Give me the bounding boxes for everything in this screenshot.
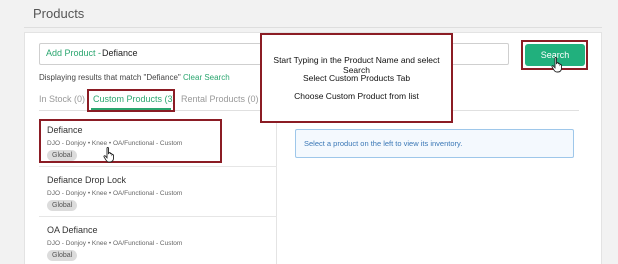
results-summary: Displaying results that match "Defiance"…	[39, 73, 230, 82]
title-divider	[24, 27, 602, 28]
first-item-highlight	[39, 119, 222, 163]
hand-pointer-icon	[551, 57, 562, 73]
callout-step-2: Select Custom Products Tab	[302, 73, 411, 83]
instruction-callout: Start Typing in the Product Name and sel…	[260, 33, 453, 123]
product-description: DJO - Donjoy • Knee • OA/Functional - Cu…	[47, 240, 183, 247]
search-input[interactable]: Defiance	[102, 48, 138, 58]
callout-step-3: Choose Custom Product from list	[294, 91, 419, 101]
product-name: OA Defiance	[47, 225, 98, 235]
custom-tab-highlight	[87, 89, 175, 112]
list-item[interactable]: Defiance Drop Lock DJO - Donjoy • Knee •…	[39, 167, 277, 217]
inventory-info-box: Select a product on the left to view its…	[295, 129, 574, 158]
product-description: DJO - Donjoy • Knee • OA/Functional - Cu…	[47, 190, 183, 197]
page-title: Products	[33, 6, 85, 21]
add-product-label: Add Product -	[46, 48, 102, 58]
product-name: Defiance Drop Lock	[47, 175, 127, 185]
global-badge: Global	[47, 200, 78, 211]
info-message: Select a product on the left to view its…	[304, 139, 463, 148]
list-item[interactable]: OA Defiance DJO - Donjoy • Knee • OA/Fun…	[39, 217, 277, 264]
tab-rental-products[interactable]: Rental Products (0)	[181, 94, 259, 104]
tab-in-stock[interactable]: In Stock (0)	[39, 94, 85, 104]
hand-pointer-icon	[103, 147, 114, 163]
results-text: Displaying results that match "Defiance"	[39, 73, 181, 82]
clear-search-link[interactable]: Clear Search	[183, 73, 230, 82]
callout-step-1: Start Typing in the Product Name and sel…	[273, 55, 440, 75]
global-badge: Global	[47, 250, 78, 261]
